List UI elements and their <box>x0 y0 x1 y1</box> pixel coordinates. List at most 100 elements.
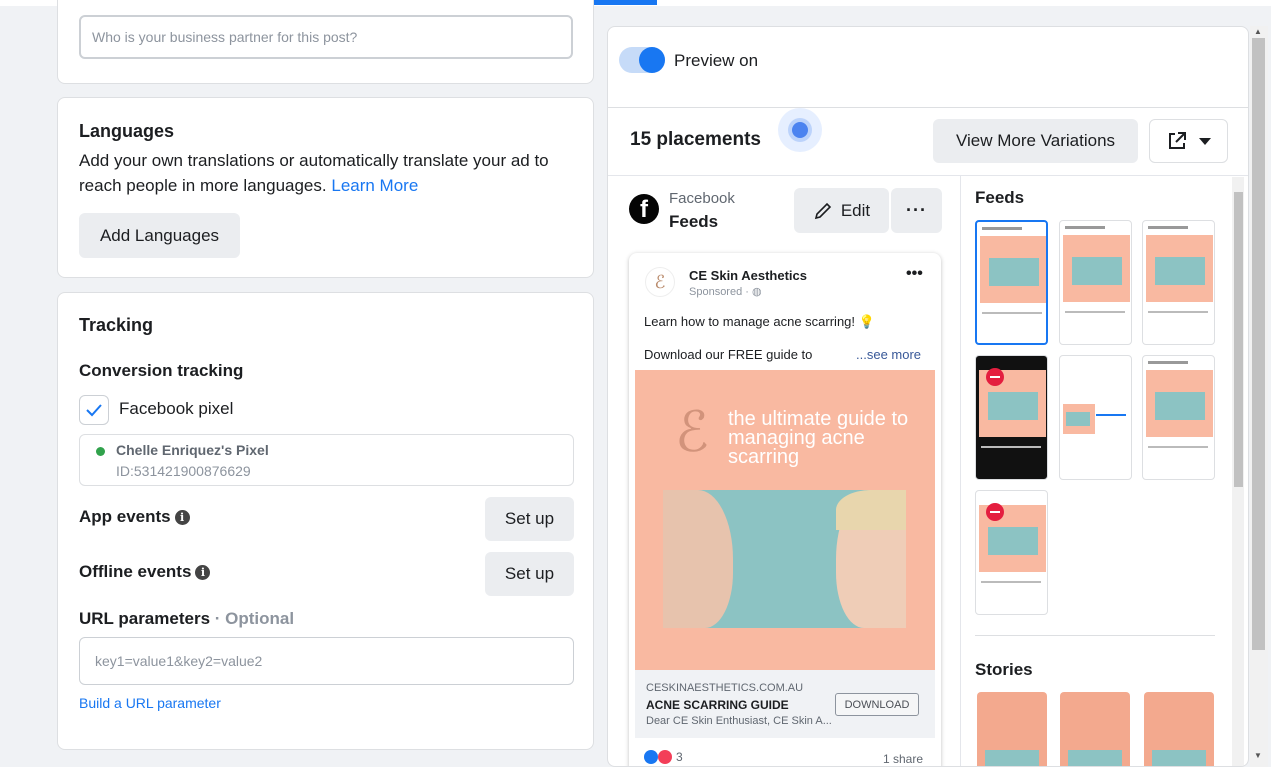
url-parameters-text: URL parameters <box>79 609 211 628</box>
story-thumbnail[interactable] <box>977 692 1047 766</box>
ad-image: ℰ the ultimate guide to managing acne sc… <box>635 370 935 670</box>
url-parameters-input[interactable]: key1=value1&key2=value2 <box>79 637 574 685</box>
offline-events-setup-button[interactable]: Set up <box>485 552 574 596</box>
love-icon <box>658 750 672 764</box>
story-thumbnail[interactable] <box>1060 692 1130 766</box>
stories-section-title: Stories <box>975 660 1033 679</box>
ad-photo <box>663 490 906 628</box>
ad-primary-text-1: Learn how to manage acne scarring! 💡 <box>644 314 875 329</box>
app-events-label: App events i <box>79 507 190 527</box>
placement-thumbnail[interactable] <box>975 490 1048 615</box>
tracking-title: Tracking <box>79 315 154 335</box>
placement-thumbnail[interactable] <box>1059 220 1132 345</box>
placement-thumbnail[interactable] <box>975 220 1048 345</box>
thumb-photo <box>988 392 1038 420</box>
edit-button[interactable]: Edit <box>794 188 889 233</box>
reactions-count: 3 <box>676 750 683 764</box>
more-options-button[interactable]: ··· <box>891 188 942 233</box>
ad-link-footer: CESKINAESTHETICS.COM.AU ACNE SCARRING GU… <box>635 670 935 738</box>
feeds-section-title: Feeds <box>975 188 1025 207</box>
view-more-variations-button[interactable]: View More Variations <box>933 119 1138 163</box>
ad-more-icon[interactable]: ••• <box>906 265 923 283</box>
placement-thumbnail[interactable] <box>975 355 1048 480</box>
app-events-setup-button[interactable]: Set up <box>485 497 574 541</box>
hair-right <box>836 490 906 530</box>
scroll-down-arrow[interactable]: ▼ <box>1254 751 1262 760</box>
placement-thumbnail[interactable] <box>1059 355 1132 480</box>
build-url-parameter-link[interactable]: Build a URL parameter <box>79 695 221 711</box>
story-thumbnail[interactable] <box>1144 692 1214 766</box>
unavailable-icon <box>986 368 1004 386</box>
placement-thumbnail[interactable] <box>1142 355 1215 480</box>
face-left <box>663 490 733 628</box>
scroll-up-arrow[interactable]: ▲ <box>1254 27 1262 36</box>
placements-count: 15 placements <box>630 129 761 150</box>
page-scrollbar-thumb[interactable] <box>1252 38 1265 650</box>
pixel-id: ID:531421900876629 <box>116 463 251 479</box>
thumb-photo <box>1072 257 1122 285</box>
shares-count: 1 share <box>883 752 924 766</box>
pulse-dot <box>792 122 808 138</box>
see-more-link[interactable]: ...see more <box>856 347 921 362</box>
thumb-photo <box>1155 392 1205 420</box>
divider <box>608 107 1248 108</box>
placement-thumbnail[interactable] <box>1142 220 1215 345</box>
ad-description: Dear CE Skin Enthusiast, CE Skin A... <box>646 715 832 727</box>
placement-name: Feeds <box>669 212 719 231</box>
tracking-card: Tracking Conversion tracking Facebook pi… <box>57 292 594 750</box>
thumb-photo <box>988 527 1038 555</box>
languages-description: Add your own translations or automatical… <box>79 148 579 198</box>
unavailable-icon <box>986 503 1004 521</box>
thumb-photo <box>1066 412 1090 426</box>
thumb-line <box>981 581 1041 583</box>
thumb-photo <box>1152 750 1206 766</box>
pixel-info-box: Chelle Enriquez's Pixel ID:5314219008766… <box>79 434 574 486</box>
thumb-photo <box>989 258 1039 286</box>
languages-title: Languages <box>79 121 175 141</box>
add-languages-button[interactable]: Add Languages <box>79 213 240 258</box>
thumb-line <box>981 446 1041 448</box>
placement-network: Facebook <box>669 190 735 207</box>
facebook-pixel-label: Facebook pixel <box>119 399 234 418</box>
brand-logo: ℰ <box>675 400 709 465</box>
divider <box>608 175 1248 176</box>
chevron-down-icon <box>1198 137 1211 145</box>
preview-toggle[interactable] <box>619 47 665 73</box>
thumb-header <box>982 227 1022 230</box>
thumb-line <box>1065 311 1125 313</box>
pixel-status-dot <box>96 447 105 456</box>
divider <box>960 175 961 766</box>
thumb-photo <box>985 750 1039 766</box>
download-cta-button[interactable]: DOWNLOAD <box>835 693 919 716</box>
info-icon[interactable]: i <box>174 510 190 525</box>
ad-headline: ACNE SCARRING GUIDE <box>646 698 789 712</box>
globe-icon: ◍ <box>751 286 762 298</box>
offline-events-label: Offline events i <box>79 562 211 582</box>
share-preview-button[interactable] <box>1149 119 1228 163</box>
facebook-pixel-checkbox[interactable] <box>79 395 109 425</box>
thumb-line <box>1148 311 1208 313</box>
thumb-header <box>1148 226 1188 229</box>
sponsored-label: Sponsored · ◍ <box>689 285 762 298</box>
ad-primary-text-2: Download our FREE guide to <box>644 347 813 362</box>
thumb-photo <box>1155 257 1205 285</box>
ad-preview-card: ℰ CE Skin Aesthetics Sponsored · ◍ ••• L… <box>629 253 941 766</box>
languages-description-text: Add your own translations or automatical… <box>79 151 549 195</box>
conversion-tracking-title: Conversion tracking <box>79 361 244 380</box>
ad-domain: CESKINAESTHETICS.COM.AU <box>646 682 804 694</box>
edit-button-label: Edit <box>840 200 871 220</box>
like-icon <box>644 750 658 764</box>
page-name: CE Skin Aesthetics <box>689 268 808 283</box>
inner-scrollbar-thumb[interactable] <box>1234 192 1243 487</box>
languages-card: Languages Add your own translations or a… <box>57 97 594 278</box>
sponsored-text: Sponsored · <box>689 286 752 298</box>
info-icon[interactable]: i <box>195 565 211 580</box>
partner-card: Who is your business partner for this po… <box>57 0 594 84</box>
pencil-icon <box>814 202 831 219</box>
learn-more-link[interactable]: Learn More <box>331 176 418 195</box>
business-partner-input[interactable]: Who is your business partner for this po… <box>79 15 573 59</box>
checkmark-icon <box>86 404 102 417</box>
thumb-header <box>1148 361 1188 364</box>
ad-preview-panel: Preview on 15 placements View More Varia… <box>607 26 1249 767</box>
thumb-header <box>1065 226 1105 229</box>
